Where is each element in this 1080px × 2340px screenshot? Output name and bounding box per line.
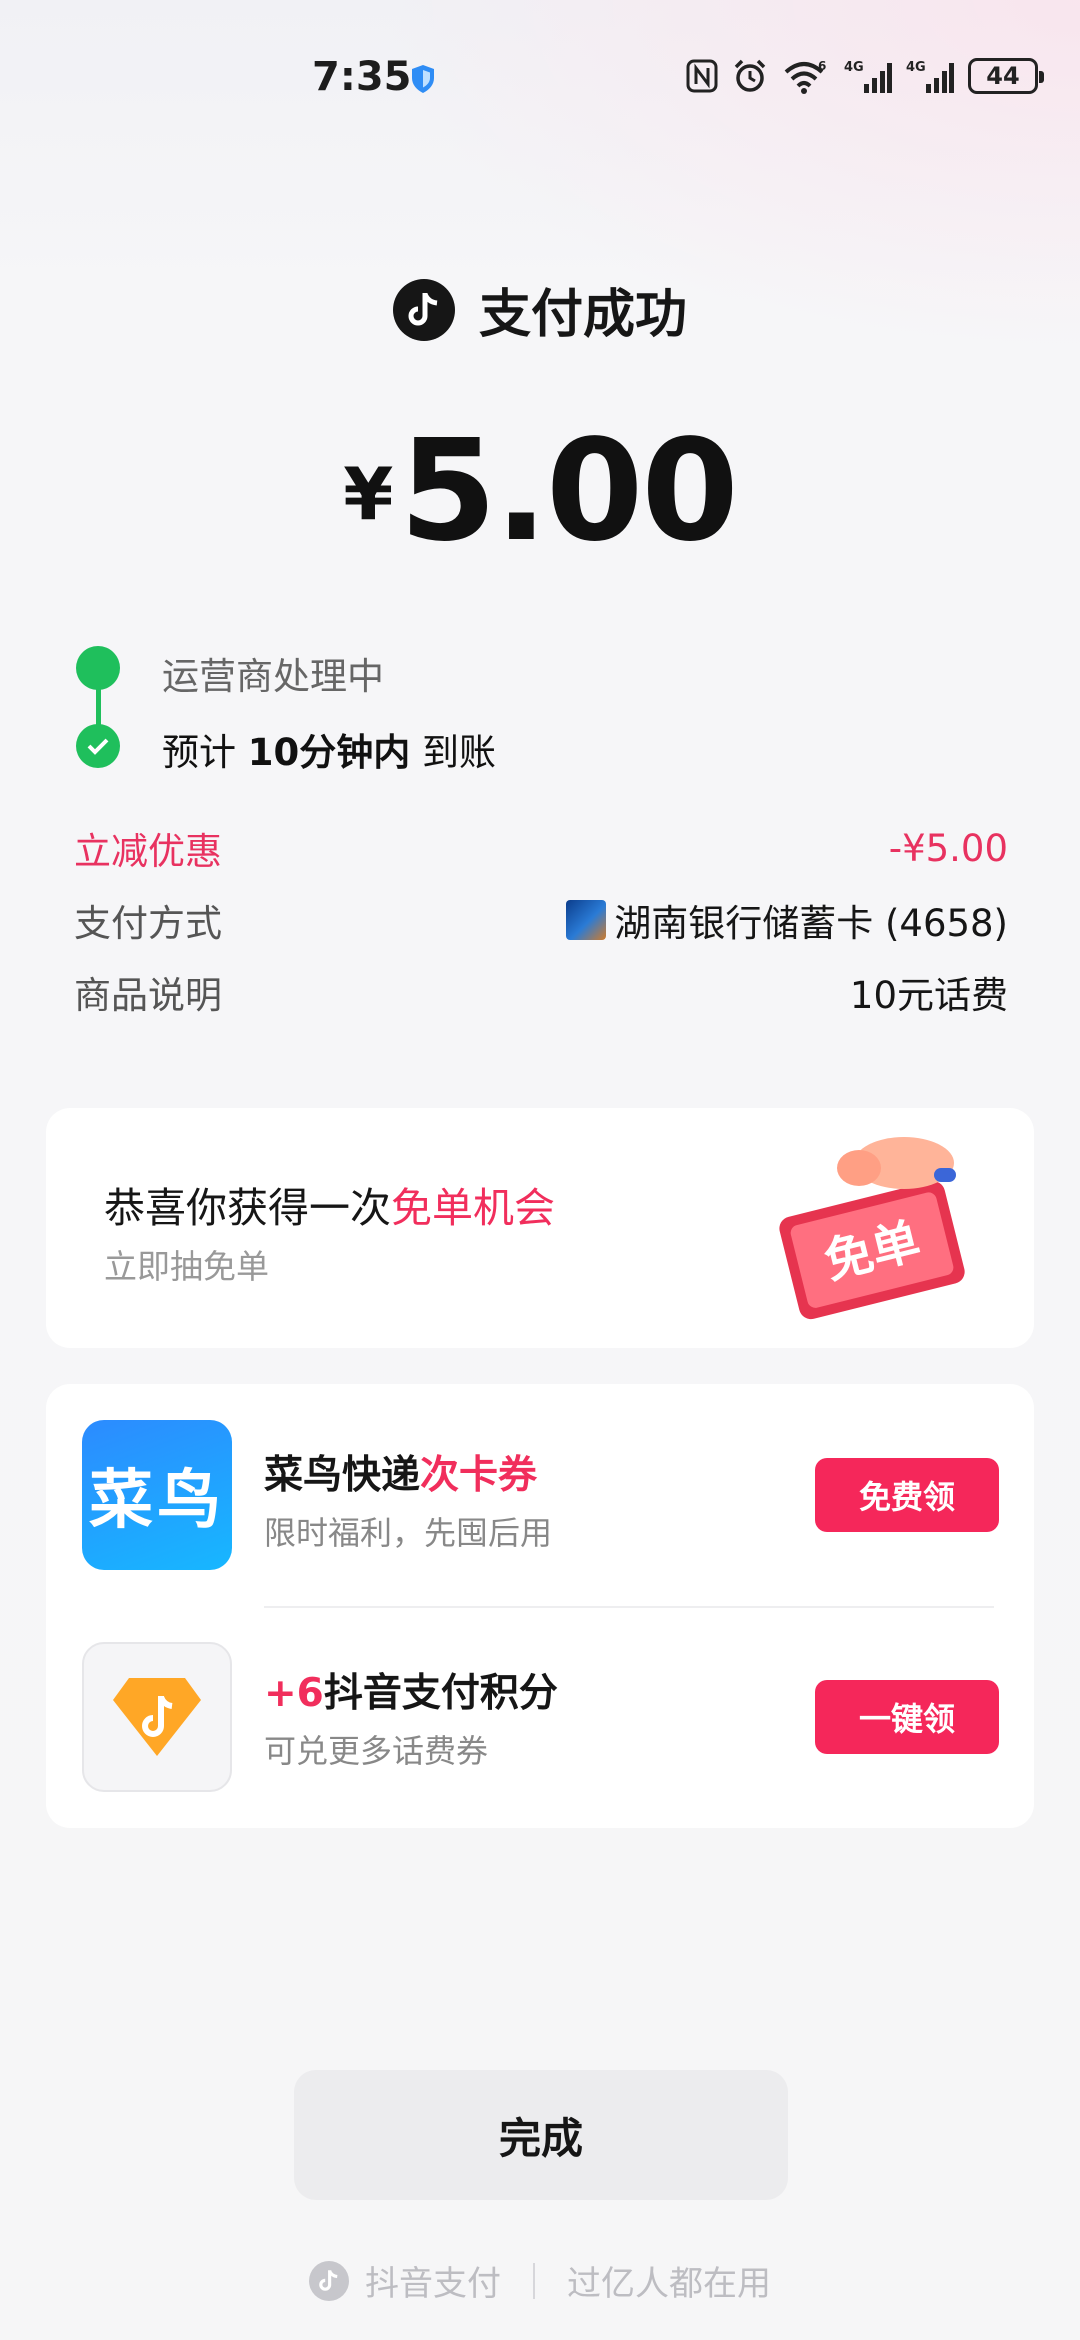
footer-separator bbox=[533, 2262, 535, 2299]
done-button[interactable]: 完成 bbox=[294, 2070, 788, 2200]
timeline-step-processing: 运营商处理中 bbox=[162, 655, 384, 698]
offers-card: 菜鸟 菜鸟快递次卡券 限时福利，先囤后用 免费领 +6抖音支付积分 可兑更多话费… bbox=[46, 1384, 1034, 1828]
status-time: 7:35 bbox=[312, 54, 412, 100]
detail-row-payment-method: 支付方式 湖南银行储蓄卡 (4658) bbox=[74, 884, 1008, 956]
detail-row-discount: 立减优惠 -¥5.00 bbox=[74, 812, 1008, 884]
bank-logo-icon bbox=[566, 900, 607, 940]
free-order-promo-card[interactable]: 恭喜你获得一次免单机会 立即抽免单 免单 bbox=[46, 1108, 1034, 1348]
timeline-step-eta: 预计 10分钟内 到账 bbox=[162, 731, 497, 774]
status-bar: 7:35 6 4G 4G 44 bbox=[0, 0, 1080, 110]
check-icon bbox=[76, 724, 120, 768]
promo-title: 恭喜你获得一次免单机会 bbox=[104, 1184, 555, 1232]
product-label: 商品说明 bbox=[74, 974, 222, 1017]
bank-card-text: 湖南银行储蓄卡 (4658) bbox=[614, 902, 1008, 945]
svg-text:4G: 4G bbox=[844, 60, 864, 75]
promo-subtitle: 立即抽免单 bbox=[104, 1247, 269, 1286]
discount-value: -¥5.00 bbox=[888, 826, 1008, 870]
alarm-icon bbox=[734, 59, 766, 92]
status-icons: 6 4G 4G 44 bbox=[686, 58, 1044, 94]
offer-subtitle-points: 可兑更多话费券 bbox=[264, 1732, 489, 1770]
shield-icon bbox=[412, 65, 434, 93]
payment-header: 支付成功 bbox=[0, 272, 1080, 347]
payment-method-value: 湖南银行储蓄卡 (4658) bbox=[566, 893, 1008, 947]
douyin-pay-logo-icon bbox=[309, 2260, 349, 2301]
currency-symbol: ¥ bbox=[343, 452, 394, 536]
detail-row-product: 商品说明 10元话费 bbox=[74, 956, 1008, 1028]
product-value: 10元话费 bbox=[849, 974, 1008, 1017]
wifi-icon: 6 bbox=[784, 59, 826, 94]
svg-text:4G: 4G bbox=[906, 60, 926, 75]
battery-level: 44 bbox=[986, 62, 1020, 90]
claim-free-button[interactable]: 免费领 bbox=[815, 1458, 999, 1532]
timeline-connector bbox=[96, 680, 101, 730]
payment-amount: ¥5.00 bbox=[0, 410, 1080, 573]
offer-title-points: +6抖音支付积分 bbox=[264, 1671, 558, 1716]
discount-label: 立减优惠 bbox=[74, 830, 222, 873]
page-title: 支付成功 bbox=[478, 285, 687, 345]
signal-4g-icon: 4G bbox=[844, 60, 892, 93]
footer: 抖音支付 过亿人都在用 bbox=[0, 2256, 1080, 2305]
nfc-icon bbox=[686, 59, 718, 93]
payment-details: 立减优惠 -¥5.00 支付方式 湖南银行储蓄卡 (4658) 商品说明 10元… bbox=[74, 812, 1008, 1028]
offer-divider bbox=[264, 1606, 994, 1608]
amount-value: 5.00 bbox=[399, 410, 738, 573]
free-order-badge-icon: 免单 bbox=[779, 1137, 965, 1320]
payment-method-label: 支付方式 bbox=[74, 902, 222, 945]
douyin-logo-icon bbox=[392, 278, 455, 341]
offer-subtitle-cainiao: 限时福利，先囤后用 bbox=[264, 1514, 553, 1552]
offer-title-cainiao: 菜鸟快递次卡券 bbox=[264, 1453, 538, 1498]
claim-points-button[interactable]: 一键领 bbox=[815, 1680, 999, 1754]
douyin-points-icon bbox=[82, 1642, 232, 1792]
progress-timeline: 运营商处理中 预计 10分钟内 到账 bbox=[76, 640, 976, 780]
cainiao-app-icon: 菜鸟 bbox=[82, 1420, 232, 1570]
footer-slogan: 过亿人都在用 bbox=[567, 2264, 771, 2304]
battery-indicator: 44 bbox=[968, 58, 1044, 94]
signal-4g-icon: 4G bbox=[906, 60, 954, 93]
footer-brand: 抖音支付 bbox=[365, 2264, 501, 2304]
